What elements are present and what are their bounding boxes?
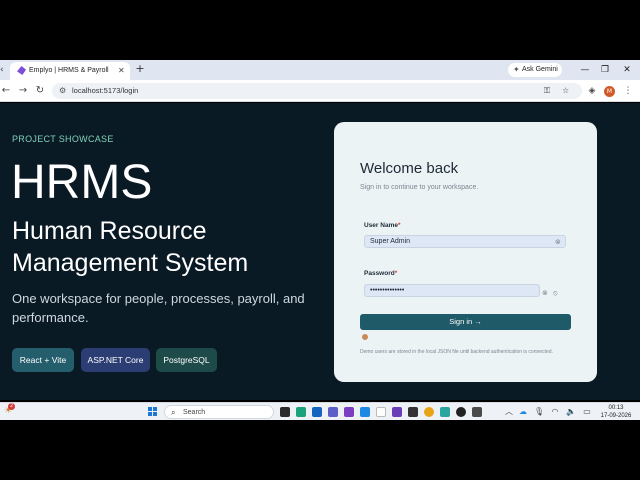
chrome-icon[interactable] [424, 407, 434, 417]
password-label: Password* [364, 270, 398, 277]
site-info-icon[interactable]: ⚙ [59, 84, 66, 98]
minimize-button[interactable]: — [578, 63, 592, 77]
search-icon: ⌕ [171, 408, 176, 417]
battery-icon[interactable]: ▭ [582, 406, 592, 418]
forward-icon[interactable]: → [17, 84, 29, 98]
volume-icon[interactable]: 🔈 [566, 406, 576, 418]
restore-button[interactable]: ❐ [598, 63, 612, 77]
vscode-icon[interactable] [360, 407, 370, 417]
hero-title: HRMS [11, 156, 153, 209]
task-view-icon[interactable] [280, 407, 290, 417]
clock-date: 17-09-2026 [600, 413, 632, 419]
microphone-icon[interactable]: 🎙 [534, 406, 544, 418]
edge-icon[interactable] [296, 407, 306, 417]
clear-username-icon[interactable]: ⊗ [555, 236, 561, 248]
toggle-password-visibility-icon[interactable]: ⦸ [553, 287, 558, 299]
taskbar-clock[interactable]: 00:13 17-09-2026 [598, 404, 634, 420]
terminal-icon[interactable] [408, 407, 418, 417]
login-heading: Welcome back [360, 160, 459, 177]
demo-note: Demo users are stored in the local JSON … [360, 349, 553, 355]
notification-badge: 2 [8, 403, 15, 410]
eyebrow-label: PROJECT SHOWCASE [12, 134, 114, 144]
ask-gemini-label: Ask Gemini [522, 66, 558, 73]
ask-gemini-button[interactable]: ✦ Ask Gemini [508, 63, 562, 77]
visual-studio-icon[interactable] [344, 407, 354, 417]
username-field[interactable]: Super Admin ⊗ [364, 235, 566, 248]
github-icon[interactable] [456, 407, 466, 417]
url-text[interactable]: localhost:5173/login [72, 84, 138, 98]
address-bar[interactable]: ⚙ localhost:5173/login ⚿ ☆ [52, 83, 582, 99]
screen: ‹ Emplyo | HRMS & Payroll ✕ + ✦ Ask Gemi… [0, 0, 640, 480]
app-icon[interactable] [440, 407, 450, 417]
teams-icon[interactable] [328, 407, 338, 417]
sign-in-button[interactable]: Sign in → [360, 314, 571, 330]
store-icon[interactable] [376, 407, 386, 417]
loading-indicator-icon [362, 334, 368, 340]
clock-time: 00:13 [608, 405, 624, 411]
taskbar-search-label: Search [183, 409, 206, 416]
username-label: User Name* [364, 222, 401, 229]
bookmark-star-icon[interactable]: ☆ [562, 84, 569, 98]
login-card: Welcome back Sign in to continue to your… [334, 122, 597, 382]
clear-password-icon[interactable]: ⊗ [542, 287, 548, 299]
app-icon-2[interactable] [472, 407, 482, 417]
login-page: PROJECT SHOWCASE HRMS Human Resource Man… [0, 103, 640, 400]
close-window-button[interactable]: ✕ [620, 63, 634, 77]
menu-icon[interactable]: ⋮ [622, 84, 634, 98]
app-logo-icon [17, 66, 26, 75]
back-icon[interactable]: ← [0, 84, 12, 98]
tech-chip-aspnet: ASP.NET Core [81, 348, 150, 372]
browser-tab[interactable]: Emplyo | HRMS & Payroll ✕ [10, 62, 130, 80]
gemini-icon: ✦ [513, 65, 520, 74]
tech-chip-postgres: PostgreSQL [156, 348, 217, 372]
hero-description: One workspace for people, processes, pay… [12, 291, 305, 325]
onedrive-icon[interactable]: ☁ [518, 406, 528, 418]
username-value: Super Admin [370, 238, 411, 245]
tab-close-icon[interactable]: ✕ [118, 65, 125, 77]
wifi-icon[interactable]: ◠ [550, 406, 560, 418]
hero-subtitle: Human Resource Management System [12, 217, 249, 277]
password-field[interactable]: •••••••••••••• [364, 284, 540, 297]
password-value: •••••••••••••• [370, 287, 405, 294]
outlook-icon[interactable] [312, 407, 322, 417]
reload-icon[interactable]: ↻ [34, 84, 46, 98]
password-key-icon[interactable]: ⚿ [544, 84, 550, 98]
tech-chip-react: React + Vite [12, 348, 74, 372]
extensions-icon[interactable]: ◈ [586, 84, 598, 98]
visual-studio-2-icon[interactable] [392, 407, 402, 417]
windows-taskbar: ☀ 2 ⌕ Search ︿ ☁ 🎙 ◠ 🔈 ▭ 00:13 17-09-202… [0, 402, 640, 420]
browser-toolbar: ← → ↻ ⚙ localhost:5173/login ⚿ ☆ ◈ ⋮ [0, 80, 640, 102]
login-subheading: Sign in to continue to your workspace. [360, 184, 479, 191]
tray-chevron-icon[interactable]: ︿ [504, 406, 514, 418]
profile-avatar[interactable]: M [604, 86, 615, 97]
start-button[interactable] [148, 407, 158, 417]
tab-title: Emplyo | HRMS & Payroll [29, 67, 109, 74]
new-tab-button[interactable]: + [134, 63, 146, 75]
taskbar-search[interactable]: ⌕ Search [164, 405, 274, 419]
tab-search-icon[interactable]: ‹ [0, 64, 8, 76]
browser-tab-strip: ‹ Emplyo | HRMS & Payroll ✕ + ✦ Ask Gemi… [0, 60, 640, 80]
